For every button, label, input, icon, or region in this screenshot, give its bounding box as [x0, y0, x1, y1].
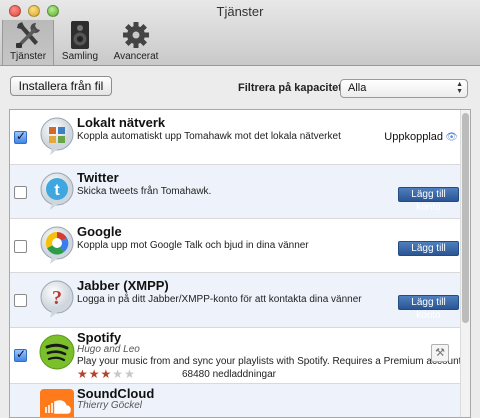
service-description: Skicka tweets från Tomahawk. [77, 186, 212, 197]
services-window: Tjänster Tjänster Samling Avancerat Inst… [0, 0, 480, 418]
enable-checkbox-local-network[interactable] [14, 129, 27, 144]
service-name: Google [77, 224, 122, 239]
enable-checkbox-google[interactable] [14, 240, 27, 253]
service-name: Spotify [77, 330, 122, 345]
service-row-twitter: t Twitter Skicka tweets från Tomahawk. L… [10, 165, 461, 219]
list-scrollbar[interactable] [460, 110, 470, 417]
local-network-icon [40, 117, 74, 155]
service-author: Hugo and Leo [77, 344, 140, 355]
enable-checkbox-twitter[interactable] [14, 186, 27, 199]
eye-icon[interactable]: 👁 [445, 132, 458, 143]
svg-text:?: ? [52, 287, 62, 309]
capability-filter-select[interactable]: Alla ▲ ▼ [340, 79, 468, 98]
service-row-google: Google Koppla upp mot Google Talk och bj… [10, 219, 461, 273]
download-count: 68480 nedladdningar [182, 369, 276, 380]
tab-tjanster[interactable]: Tjänster [2, 20, 54, 65]
add-account-button-jabber[interactable]: Lägg till konto [398, 295, 459, 321]
tools-icon [16, 22, 40, 48]
service-description: Logga in på ditt Jabber/XMPP-konto för a… [77, 294, 362, 305]
jabber-icon: ? [40, 280, 74, 318]
tab-samling-label: Samling [61, 51, 99, 62]
service-row-jabber: ? Jabber (XMPP) Logga in på ditt Jabber/… [10, 273, 461, 328]
status-text: Uppkopplad [384, 131, 443, 143]
install-from-file-button[interactable]: Installera från fil [10, 76, 112, 96]
speaker-icon [71, 21, 89, 49]
add-account-button-twitter[interactable]: Lägg till konto [398, 187, 459, 213]
service-name: SoundCloud [77, 386, 155, 401]
select-arrows-icon: ▲ ▼ [456, 81, 463, 95]
scrollbar-thumb[interactable] [462, 113, 469, 323]
service-description: Koppla upp mot Google Talk och bjud in d… [77, 240, 309, 251]
filter-label: Filtrera på kapacitet: [238, 82, 346, 94]
tab-avancerat-label: Avancerat [113, 51, 159, 62]
services-list[interactable]: Lokalt nätverk Koppla automatiskt upp To… [9, 109, 471, 418]
spotify-icon [39, 334, 75, 370]
service-name: Twitter [77, 170, 119, 185]
service-author: Thierry Göckel [77, 400, 143, 411]
tab-samling[interactable]: Samling [54, 20, 106, 65]
service-row-spotify: Spotify Hugo and Leo Play your music fro… [10, 328, 465, 384]
star-icon: ★ [124, 367, 136, 381]
service-row-local-network: Lokalt nätverk Koppla automatiskt upp To… [10, 110, 461, 165]
add-account-button-google[interactable]: Lägg till konto [398, 241, 459, 267]
soundcloud-icon [40, 389, 74, 417]
service-name: Jabber (XMPP) [77, 278, 169, 293]
tab-avancerat[interactable]: Avancerat [106, 20, 166, 65]
star-icon: ★ [100, 367, 113, 381]
google-icon [40, 226, 74, 264]
star-icon: ★ [77, 367, 89, 381]
enable-checkbox-jabber[interactable] [14, 294, 27, 307]
service-row-soundcloud: SoundCloud Thierry Göckel [10, 384, 461, 417]
service-name: Lokalt nätverk [77, 115, 166, 130]
star-icon: ★ [112, 367, 125, 381]
filter-value: Alla [348, 82, 367, 94]
star-icon: ★ [88, 367, 101, 381]
service-description: Play your music from and sync your playl… [77, 356, 465, 367]
tab-tjanster-label: Tjänster [9, 51, 47, 62]
gear-icon [123, 22, 149, 48]
service-description: Koppla automatiskt upp Tomahawk mot det … [77, 131, 341, 142]
window-title: Tjänster [216, 4, 264, 19]
svg-text:t: t [54, 182, 60, 199]
configure-wrench-icon[interactable]: ⚒ [431, 344, 449, 362]
toolbar: Tjänster Samling Avancerat [2, 20, 166, 65]
twitter-icon: t [40, 172, 74, 210]
enable-checkbox-spotify[interactable] [14, 347, 27, 362]
title-bar: Tjänster Tjänster Samling Avancerat [0, 0, 480, 66]
rating-stars: ★★★★★ [77, 367, 136, 381]
